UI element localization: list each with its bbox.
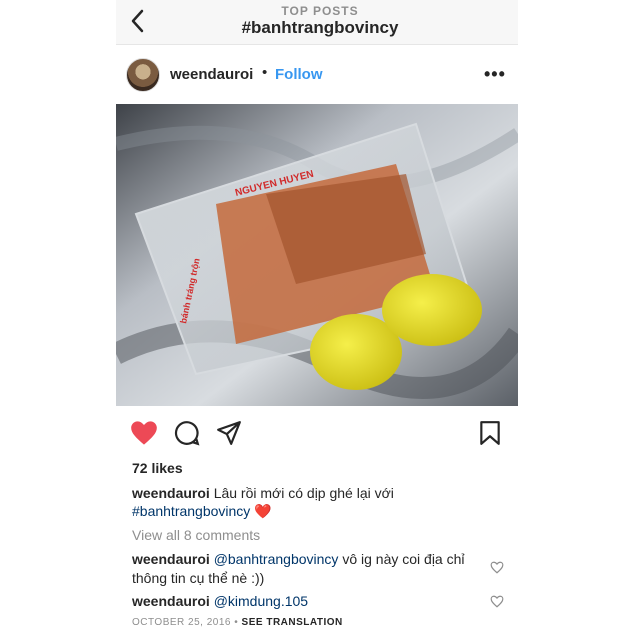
- avatar[interactable]: [126, 58, 160, 92]
- bookmark-icon[interactable]: [478, 420, 502, 446]
- heart-icon[interactable]: [130, 420, 158, 446]
- comment-item: weendauroi @banhtrangbovincy vô ig này c…: [132, 550, 482, 588]
- date-separator: •: [230, 617, 242, 628]
- comment-item: weendauroi @kimdung.105: [132, 592, 482, 611]
- red-heart-emoji: ❤️: [254, 503, 272, 519]
- section-label: TOP POSTS: [281, 4, 359, 18]
- see-translation-link[interactable]: SEE TRANSLATION: [242, 617, 343, 628]
- caption: weendauroi Lâu rồi mới có dịp ghé lại vớ…: [132, 485, 394, 501]
- comment-mention[interactable]: @banhtrangbovincy: [214, 551, 339, 567]
- caption-hashtag[interactable]: #banhtrangbovincy: [132, 503, 250, 519]
- view-all-comments-link[interactable]: View all 8 comments: [132, 527, 260, 543]
- page-title: #banhtrangbovincy: [241, 18, 399, 37]
- caption-text: Lâu rồi mới có dịp ghé lại với: [213, 485, 394, 501]
- photo-illustration: NGUYEN HUYEN bánh tráng trộn: [116, 104, 518, 406]
- likes-count[interactable]: 72 likes: [132, 460, 183, 476]
- comment-username[interactable]: weendauroi: [132, 593, 210, 609]
- comment-icon[interactable]: [174, 420, 200, 446]
- small-heart-icon[interactable]: [490, 595, 504, 608]
- post-photo[interactable]: NGUYEN HUYEN bánh tráng trộn: [116, 104, 518, 406]
- caption-line-2: #banhtrangbovincy ❤️: [132, 503, 272, 520]
- small-heart-icon[interactable]: [490, 561, 504, 574]
- post-date-row: OCTOBER 25, 2016 • SEE TRANSLATION: [132, 617, 343, 628]
- more-icon[interactable]: •••: [484, 64, 506, 85]
- separator-dot: •: [262, 64, 268, 81]
- share-icon[interactable]: [216, 420, 242, 446]
- comment-mention[interactable]: @kimdung.105: [214, 593, 308, 609]
- post-date: OCTOBER 25, 2016: [132, 617, 231, 628]
- post-username[interactable]: weendauroi: [170, 66, 253, 83]
- caption-username[interactable]: weendauroi: [132, 485, 210, 501]
- comment-username[interactable]: weendauroi: [132, 551, 210, 567]
- follow-button[interactable]: Follow: [275, 66, 323, 83]
